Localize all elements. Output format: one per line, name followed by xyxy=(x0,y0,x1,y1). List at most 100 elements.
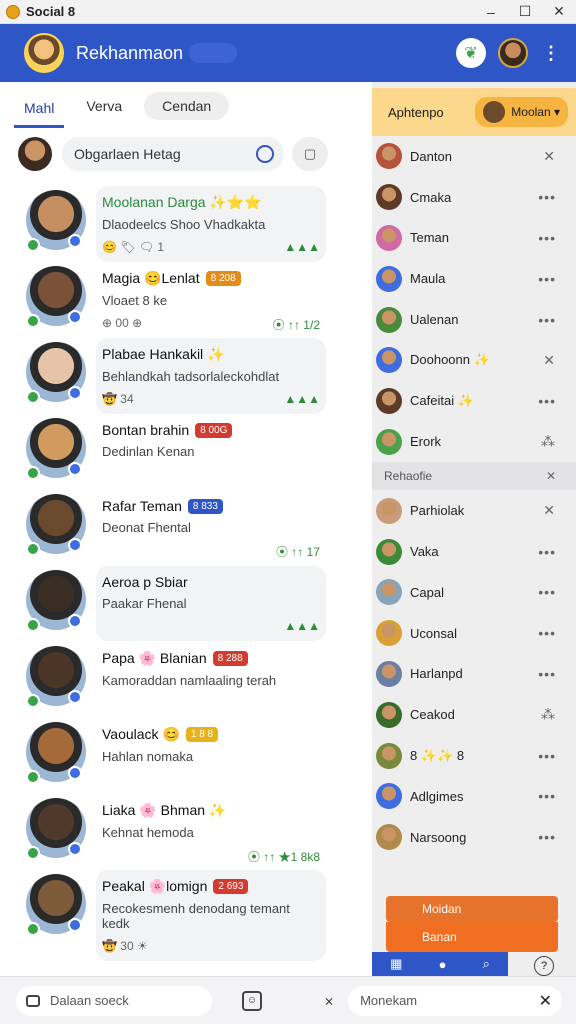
tab-cendan[interactable]: Cendan xyxy=(144,92,230,120)
user-avatar[interactable] xyxy=(24,33,64,73)
post-bubble[interactable]: Peakal 🌸lomign 2 693 Recokesmenh denodan… xyxy=(96,870,326,961)
contact-item[interactable]: Cafeitai ✨ ••• xyxy=(372,381,576,422)
post-bubble[interactable]: Magia 😊Lenlat 8 208 Vloaet 8 ke ⊕ 00 ⊕ ⦿… xyxy=(96,262,326,341)
reaction-icons[interactable]: ▲▲▲ xyxy=(284,619,320,633)
emoji-icon[interactable]: ☺ xyxy=(242,990,262,1011)
contact-item[interactable]: Adlgimes ••• xyxy=(372,776,576,817)
chat-icon[interactable]: ▢ xyxy=(292,137,328,171)
reaction-icons[interactable]: ⦿ ↑↑ ★1 8k8 xyxy=(248,848,320,865)
contact-avatar[interactable] xyxy=(376,428,402,455)
contact-action-icon[interactable]: ••• xyxy=(538,393,556,409)
list-icon[interactable]: ▦ xyxy=(390,956,402,972)
contact-item[interactable]: Ceakod ⁂ xyxy=(372,694,576,735)
contact-item[interactable]: Parhiolak ✕ xyxy=(372,490,576,531)
post-item[interactable]: Moolanan Darga ✨⭐⭐ Dlaodeelcs Shoo Vhadk… xyxy=(0,182,372,262)
post-item[interactable]: Peakal 🌸lomign 2 693 Recokesmenh denodan… xyxy=(0,866,372,961)
post-bubble[interactable]: Aeroa p Sbiar Paakar Fhenal ▲▲▲ xyxy=(96,566,326,641)
contact-action-icon[interactable]: ••• xyxy=(538,788,556,804)
contact-action-icon[interactable]: ••• xyxy=(538,584,556,600)
contact-avatar[interactable] xyxy=(376,224,402,251)
notification-bar[interactable]: Moidan xyxy=(386,896,558,922)
post-bubble[interactable]: Rafar Teman 8 833 Deonat Fhental ⦿ ↑↑ 17 xyxy=(96,490,326,568)
reaction-icons[interactable]: ▲▲▲ xyxy=(284,392,320,406)
contact-action-icon[interactable]: ⁂ xyxy=(541,433,556,450)
reaction-icons[interactable]: ▲▲▲ xyxy=(284,240,320,254)
reaction-icons[interactable]: ⦿ ↑↑ 17 xyxy=(276,543,320,560)
contact-item[interactable]: Harlanpd ••• xyxy=(372,654,576,695)
search-icon[interactable]: ⌕ xyxy=(483,956,490,972)
call-bar[interactable]: Banan xyxy=(386,922,558,952)
post-item[interactable]: Papa 🌸 Blanian 8 288 Kamoraddan namlaali… xyxy=(0,638,372,714)
contact-avatar[interactable] xyxy=(376,184,402,211)
post-bubble[interactable]: Papa 🌸 Blanian 8 288 Kamoraddan namlaali… xyxy=(96,642,326,696)
minimize-button[interactable]: – xyxy=(474,0,508,24)
contact-action-icon[interactable]: ••• xyxy=(538,544,556,560)
post-bubble[interactable]: Moolanan Darga ✨⭐⭐ Dlaodeelcs Shoo Vhadk… xyxy=(96,186,326,262)
contact-item[interactable]: Vaka ••• xyxy=(372,531,576,572)
contact-item[interactable]: Uconsal ••• xyxy=(372,613,576,654)
help-icon[interactable]: ? xyxy=(534,956,554,976)
post-bubble[interactable]: Liaka 🌸 Bhman ✨ Kehnat hemoda ⦿ ↑↑ ★1 8k… xyxy=(96,794,326,873)
post-item[interactable]: Rafar Teman 8 833 Deonat Fhental ⦿ ↑↑ 17 xyxy=(0,486,372,562)
contact-item[interactable]: Danton ✕ xyxy=(372,136,576,177)
contact-item[interactable]: Erork ⁂ xyxy=(372,422,576,463)
contact-avatar[interactable] xyxy=(376,306,402,333)
close-button[interactable]: ✕ xyxy=(542,0,576,24)
compose-input[interactable]: Obgarlaen Hetag xyxy=(62,137,284,171)
contact-avatar[interactable] xyxy=(376,824,402,851)
reaction-icons[interactable]: ⦿ ↑↑ 1/2 xyxy=(273,316,320,333)
maximize-button[interactable]: ☐ xyxy=(508,0,542,24)
post-bubble[interactable]: Bontan brahin 8 00G Dedinlan Kenan xyxy=(96,414,326,467)
post-item[interactable]: Vaoulack 😊 1 8 8 Hahlan nomaka xyxy=(0,714,372,790)
section-close-icon[interactable]: ✕ xyxy=(546,469,556,483)
contacts-dropdown[interactable]: Moolan ▾ xyxy=(475,97,568,127)
contact-avatar[interactable] xyxy=(376,143,402,170)
post-item[interactable]: Bontan brahin 8 00G Dedinlan Kenan xyxy=(0,410,372,486)
tab-mahl[interactable]: Mahl xyxy=(14,94,65,128)
contact-action-icon[interactable]: ✕ xyxy=(543,148,556,165)
contact-action-icon[interactable]: ••• xyxy=(538,748,556,764)
contact-avatar[interactable] xyxy=(376,538,402,565)
attach-icon[interactable]: ⨯ xyxy=(324,994,334,1008)
contact-action-icon[interactable]: ⁂ xyxy=(541,706,556,723)
message-input[interactable]: Monekam ✕ xyxy=(348,985,563,1016)
toolbar-avatar[interactable]: ● xyxy=(439,957,447,972)
contact-avatar[interactable] xyxy=(376,497,402,524)
contact-action-icon[interactable]: ••• xyxy=(538,271,556,287)
contact-action-icon[interactable]: ✕ xyxy=(543,352,556,369)
contact-item[interactable]: Narsoong ••• xyxy=(372,817,576,858)
contact-action-icon[interactable]: ••• xyxy=(538,666,556,682)
contact-action-icon[interactable]: ✕ xyxy=(543,502,556,519)
contact-avatar[interactable] xyxy=(376,620,402,647)
post-bubble[interactable]: Vaoulack 😊 1 8 8 Hahlan nomaka xyxy=(96,718,326,772)
post-item[interactable]: Liaka 🌸 Bhman ✨ Kehnat hemoda ⦿ ↑↑ ★1 8k… xyxy=(0,790,372,866)
tab-verva[interactable]: Verva xyxy=(76,92,132,120)
bottom-search-input[interactable]: Dalaan soeck xyxy=(16,985,212,1016)
contact-avatar[interactable] xyxy=(376,660,402,687)
post-item[interactable]: Aeroa p Sbiar Paakar Fhenal ▲▲▲ xyxy=(0,562,372,641)
contact-action-icon[interactable]: ••• xyxy=(538,312,556,328)
contact-action-icon[interactable]: ••• xyxy=(538,625,556,641)
close-icon[interactable]: ✕ xyxy=(539,991,552,1011)
contact-action-icon[interactable]: ••• xyxy=(538,189,556,205)
post-item[interactable]: Magia 😊Lenlat 8 208 Vloaet 8 ke ⊕ 00 ⊕ ⦿… xyxy=(0,258,372,334)
contact-item[interactable]: Cmaka ••• xyxy=(372,177,576,218)
contact-avatar[interactable] xyxy=(376,579,402,606)
leaf-icon[interactable]: ❦ xyxy=(456,38,486,68)
contact-avatar[interactable] xyxy=(376,742,402,769)
contact-item[interactable]: Ualenan ••• xyxy=(372,299,576,340)
post-item[interactable]: Plabae Hankakil ✨ Behlandkah tadsorlalec… xyxy=(0,334,372,414)
contact-avatar[interactable] xyxy=(376,783,402,810)
more-icon[interactable]: ⋮ xyxy=(542,43,560,64)
contact-avatar[interactable] xyxy=(376,347,402,374)
target-icon[interactable] xyxy=(256,145,274,163)
contact-avatar[interactable] xyxy=(376,701,402,728)
contact-item[interactable]: Maula ••• xyxy=(372,258,576,299)
contact-action-icon[interactable]: ••• xyxy=(538,829,556,845)
contact-item[interactable]: Teman ••• xyxy=(372,218,576,259)
contact-avatar[interactable] xyxy=(376,388,402,415)
contact-avatar[interactable] xyxy=(376,265,402,292)
contact-item[interactable]: Capal ••• xyxy=(372,572,576,613)
contact-action-icon[interactable]: ••• xyxy=(538,230,556,246)
contact-item[interactable]: 8 ✨✨ 8 ••• xyxy=(372,735,576,776)
